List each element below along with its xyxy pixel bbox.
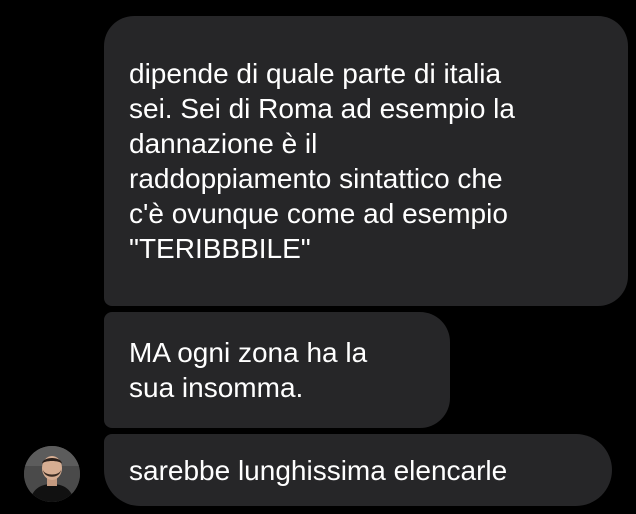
- person-avatar-icon: [24, 446, 80, 502]
- sender-avatar[interactable]: [24, 446, 80, 502]
- message-text-3: sarebbe lunghissima elencarle: [129, 454, 508, 486]
- message-bubble-3[interactable]: sarebbe lunghissima elencarle: [104, 434, 612, 506]
- message-bubble-1[interactable]: dipende di quale parte di italia sei. Se…: [104, 16, 628, 306]
- message-text-1: dipende di quale parte di italia sei. Se…: [129, 58, 515, 264]
- message-text-2: MA ogni zona ha la sua insomma.: [129, 337, 368, 403]
- message-bubble-2[interactable]: MA ogni zona ha la sua insomma.: [104, 312, 450, 428]
